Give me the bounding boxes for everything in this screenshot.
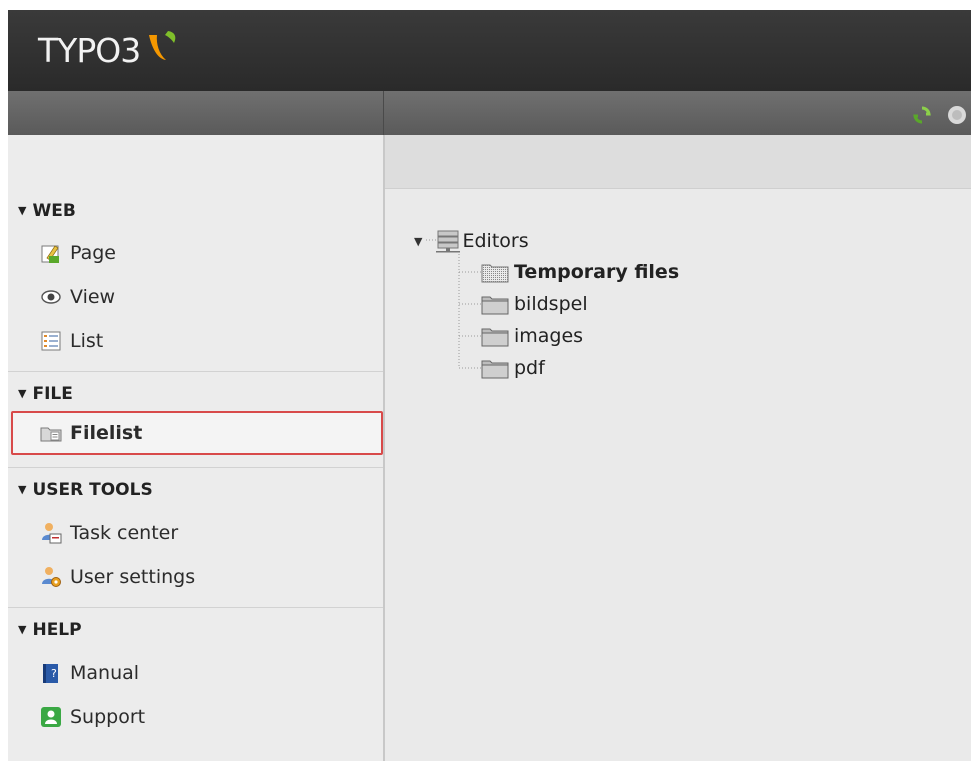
folder-icon <box>481 357 509 379</box>
tree-node-pdf[interactable]: pdf <box>481 353 545 383</box>
tree-node-label: pdf <box>514 357 545 379</box>
tree-node-bildspel[interactable]: bildspel <box>481 289 588 319</box>
tree-connector-lines <box>426 239 481 369</box>
tree-node-label: images <box>514 325 584 347</box>
tree-node-temporary-files[interactable]: Temporary files <box>481 257 679 287</box>
tree-node-label: bildspel <box>514 293 588 315</box>
folder-icon <box>481 293 509 315</box>
file-mount-icon <box>432 229 462 253</box>
temp-folder-icon <box>481 261 509 283</box>
tree-root-editors[interactable]: ▼ Editors <box>414 226 529 256</box>
expand-triangle-icon[interactable]: ▼ <box>414 235 422 248</box>
tree-node-images[interactable]: images <box>481 321 583 351</box>
tree-node-label: Editors <box>462 230 529 252</box>
tree-node-label: Temporary files <box>514 261 680 283</box>
folder-icon <box>481 325 509 347</box>
